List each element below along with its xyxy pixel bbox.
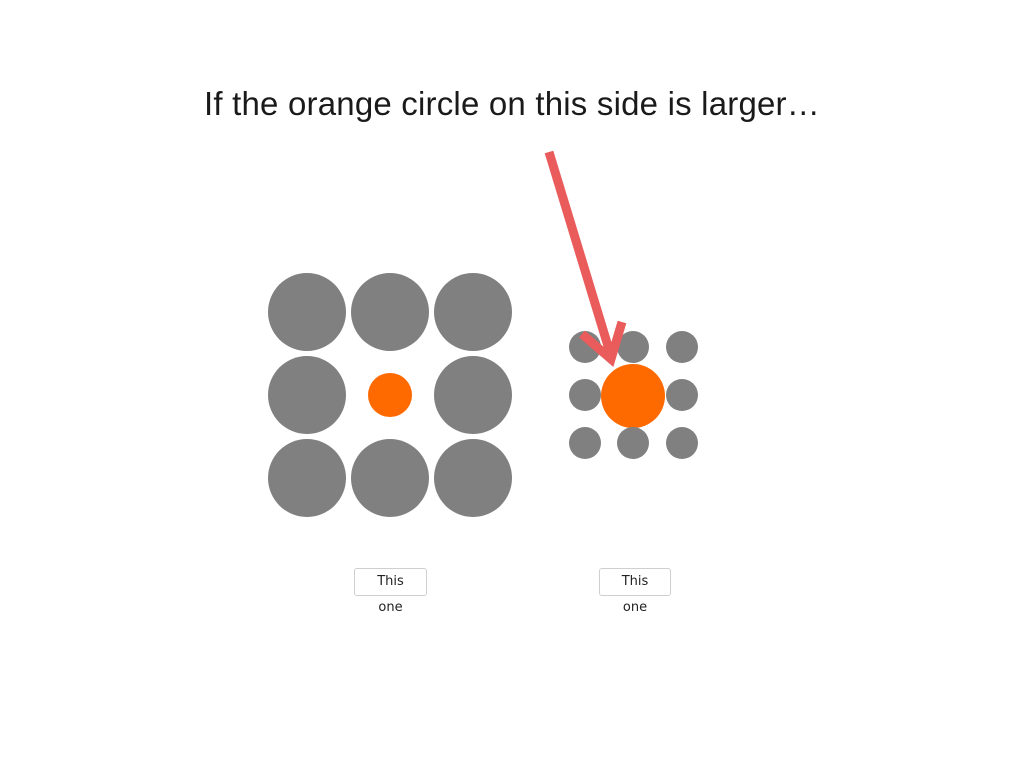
left-surround-circle	[351, 273, 429, 351]
left-stimulus	[268, 273, 512, 517]
left-surround-circle	[268, 356, 346, 434]
right-surround-circle	[617, 427, 649, 459]
left-choice-button[interactable]: This one	[354, 568, 427, 615]
illusion-stage	[268, 150, 698, 517]
right-surround-circle	[666, 331, 698, 363]
left-surround-circle	[268, 273, 346, 351]
left-surround-circle	[268, 439, 346, 517]
right-surround-circle	[569, 427, 601, 459]
left-surround-circle	[351, 439, 429, 517]
left-surround-circle	[434, 439, 512, 517]
arrow-icon	[544, 150, 627, 367]
left-surround-circle	[434, 273, 512, 351]
right-center-orange-circle	[601, 364, 665, 428]
slide: If the orange circle on this side is lar…	[0, 0, 1024, 768]
right-surround-circle	[666, 427, 698, 459]
right-choice-button[interactable]: This one	[599, 568, 671, 615]
left-surround-circle	[434, 356, 512, 434]
left-center-orange-circle	[368, 373, 412, 417]
right-surround-circle	[569, 379, 601, 411]
right-stimulus	[569, 331, 698, 459]
right-surround-circle	[666, 379, 698, 411]
